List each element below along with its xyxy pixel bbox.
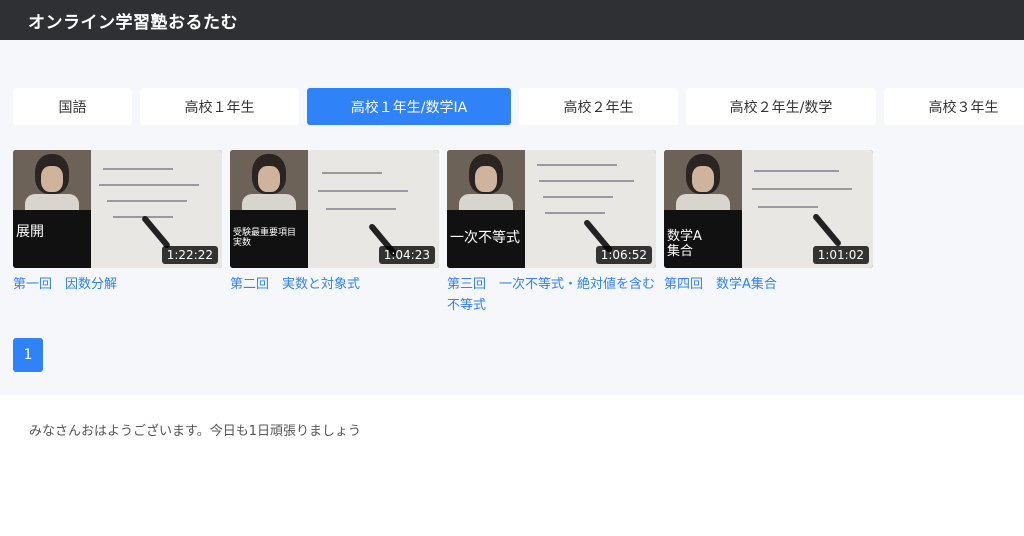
tab-koukou-3nensei[interactable]: 高校３年生	[884, 88, 1024, 125]
thumbnail-caption: 展開	[16, 224, 44, 240]
video-card: 数学A 集合 1:01:02 第四回 数学A集合	[664, 150, 873, 295]
teacher-image	[664, 150, 742, 210]
tab-koukou-2nensei-suugaku[interactable]: 高校２年生/数学	[686, 88, 876, 125]
video-card: 受験最重要項目 実数 1:04:23 第二回 実数と対象式	[230, 150, 439, 295]
video-duration: 1:06:52	[595, 246, 652, 264]
video-thumbnail[interactable]: 受験最重要項目 実数 1:04:23	[230, 150, 439, 268]
teacher-image	[13, 150, 91, 210]
video-grid: 展開 1:22:22 第一回 因数分解 受験最重要項目 実数 1:04:23 第…	[0, 150, 1024, 320]
video-title-link[interactable]: 第一回 因数分解	[13, 274, 222, 295]
video-thumbnail[interactable]: 数学A 集合 1:01:02	[664, 150, 873, 268]
video-duration: 1:01:02	[812, 246, 869, 264]
video-card: 一次不等式 1:06:52 第三回 一次不等式・絶対値を含む不等式	[447, 150, 656, 316]
tab-koukou-1nensei[interactable]: 高校１年生	[140, 88, 299, 125]
video-thumbnail[interactable]: 展開 1:22:22	[13, 150, 222, 268]
site-header: オンライン学習塾おるたむ	[0, 0, 1024, 40]
teacher-image	[230, 150, 308, 210]
video-title-link[interactable]: 第四回 数学A集合	[664, 274, 873, 295]
video-thumbnail[interactable]: 一次不等式 1:06:52	[447, 150, 656, 268]
teacher-image	[447, 150, 525, 210]
pagination: 1	[13, 338, 43, 372]
category-tabs: 国語 高校１年生 高校１年生/数学IA 高校２年生 高校２年生/数学 高校３年生	[0, 88, 1024, 125]
video-duration: 1:04:23	[378, 246, 435, 264]
video-title-link[interactable]: 第二回 実数と対象式	[230, 274, 439, 295]
thumbnail-caption: 数学A 集合	[667, 229, 702, 259]
tab-koukou-2nensei[interactable]: 高校２年生	[519, 88, 678, 125]
page-button-1[interactable]: 1	[13, 338, 43, 372]
thumbnail-caption: 一次不等式	[450, 230, 520, 246]
video-card: 展開 1:22:22 第一回 因数分解	[13, 150, 222, 295]
greeting-message: みなさんおはようございます。今日も1日頑張りましょう	[29, 424, 361, 439]
main-content: 国語 高校１年生 高校１年生/数学IA 高校２年生 高校２年生/数学 高校３年生	[0, 40, 1024, 395]
tab-kokugo[interactable]: 国語	[13, 88, 132, 125]
thumbnail-caption: 受験最重要項目 実数	[233, 228, 297, 249]
video-title-link[interactable]: 第三回 一次不等式・絶対値を含む不等式	[447, 274, 656, 316]
site-title[interactable]: オンライン学習塾おるたむ	[28, 8, 238, 33]
video-duration: 1:22:22	[161, 246, 218, 264]
tab-koukou-1nensei-suugaku-ia[interactable]: 高校１年生/数学IA	[307, 88, 511, 125]
